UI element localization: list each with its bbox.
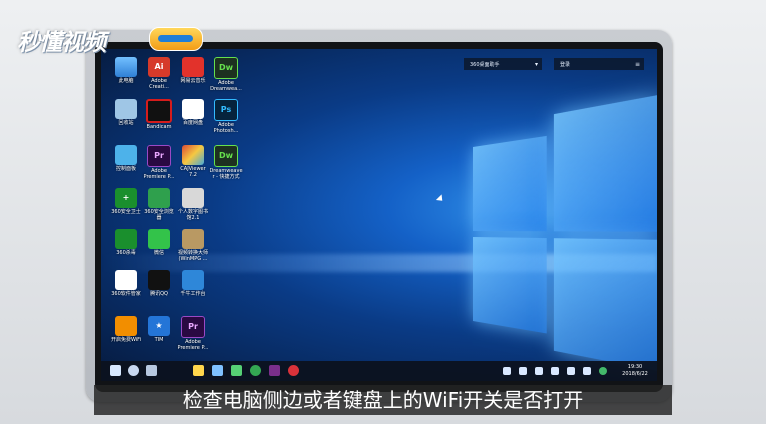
desktop-icon-qianniu[interactable]: 千牛工作台: [174, 270, 212, 312]
desktop-icon-video-converter[interactable]: 视频转换大师 (WinMPG ...: [174, 229, 212, 271]
login-widget[interactable]: 登录 ≡: [554, 58, 644, 70]
time-label: 19:30: [627, 364, 643, 370]
people-icon[interactable]: [503, 367, 511, 375]
windows-logo-pane: [553, 94, 657, 232]
subtitle-text: 检查电脑侧边或者键盘上的WiFi开关是否打开: [182, 388, 584, 412]
app-status-icon[interactable]: [599, 367, 607, 375]
mouse-pointer-icon: [435, 194, 446, 204]
software-manager-icon: [115, 270, 137, 290]
desktop-icon-dreamweaver-shortcut[interactable]: Dw Dreamweave r - 快捷方式: [207, 145, 245, 187]
music-icon: [182, 57, 204, 77]
desktop-icon-label: 个人数字图书 馆2.1: [177, 209, 208, 221]
desktop-icon-adobe-premiere-1[interactable]: Pr Adobe Premiere P...: [140, 145, 178, 187]
premiere-icon: Pr: [147, 145, 171, 167]
desktop-helper-widget[interactable]: 360桌面助手 ▾: [464, 58, 542, 70]
app-tray-icon[interactable]: [535, 367, 543, 375]
desktop-icon-label: 微信: [153, 250, 164, 256]
video-watermark: 秒懂视频: [17, 30, 106, 56]
desktop-icon-label: Adobe Premiere P...: [177, 339, 209, 351]
desktop-icon-tim[interactable]: ★ TIM: [140, 316, 178, 358]
dreamweaver-icon: Dw: [214, 57, 238, 79]
desktop-icon-label: Bandicam: [146, 124, 172, 130]
desktop-icon-adobe-premiere-2[interactable]: Pr Adobe Premiere P...: [174, 316, 212, 358]
file-explorer-icon[interactable]: [193, 365, 204, 376]
video-converter-icon: [182, 229, 204, 249]
recycle-bin-icon: [115, 99, 137, 119]
notification-icon[interactable]: [583, 367, 591, 375]
desktop-widgets: 360桌面助手 ▾ 登录 ≡: [464, 58, 654, 70]
desktop-icon-wechat[interactable]: 微信: [140, 229, 178, 271]
windows-desktop: 360桌面助手 ▾ 登录 ≡ 此电脑 回收站 控制面板 + 360安全卫士 36…: [101, 49, 657, 381]
email-icon[interactable]: [212, 365, 223, 376]
wechat-icon: [148, 229, 170, 249]
windows-taskbar: 19:30 2018/6/22: [101, 361, 657, 381]
desktop-icon-label: 千牛工作台: [180, 291, 206, 297]
menu-icon: ≡: [634, 61, 640, 68]
premiere-icon: Pr: [181, 316, 205, 338]
cloud-drive-icon: [182, 99, 204, 119]
desktop-icon-label: Adobe Premiere P...: [143, 168, 175, 180]
record-icon: [146, 99, 172, 123]
desktop-helper-label: 360桌面助手: [470, 62, 500, 68]
date-label: 2018/6/22: [622, 371, 648, 377]
qq-icon: [148, 270, 170, 290]
desktop-icon-bandicam[interactable]: Bandicam: [140, 99, 178, 141]
clock[interactable]: 19:30 2018/6/22: [619, 364, 651, 378]
windows-logo-wallpaper: [473, 94, 657, 372]
desktop-icon-label: Dreamweave r - 快捷方式: [209, 168, 243, 180]
desktop-icon-label: Adobe Creati...: [149, 78, 169, 90]
desktop-icon-label: Adobe Photosh...: [213, 122, 239, 134]
subtitle-bar: 检查电脑侧边或者键盘上的WiFi开关是否打开: [94, 385, 672, 415]
app-icon[interactable]: [269, 365, 280, 376]
desktop-icon-label: 360安全浏览 器: [144, 209, 174, 221]
chevron-down-icon: ▾: [534, 61, 538, 68]
dreamweaver-icon: Dw: [214, 145, 238, 167]
desktop-icon-adobe-creative[interactable]: Ai Adobe Creati...: [140, 57, 178, 99]
adobe-icon: Ai: [148, 57, 170, 77]
photoshop-icon: Ps: [214, 99, 238, 121]
desktop-icon-adobe-dreamweaver[interactable]: Dw Adobe Dreamwea...: [207, 57, 245, 99]
watermark-logo-icon: [149, 27, 203, 51]
desktop-icon-digital-library[interactable]: 个人数字图书 馆2.1: [174, 188, 212, 230]
computer-icon: [115, 57, 137, 77]
network-icon[interactable]: [519, 367, 527, 375]
windows-start-icon[interactable]: [110, 365, 121, 376]
login-widget-label: 登录: [560, 62, 571, 68]
book-icon: [182, 188, 204, 208]
windows-logo-pane: [473, 237, 547, 334]
360-safe-icon: +: [115, 188, 137, 208]
control-panel-icon: [115, 145, 137, 165]
speaker-icon[interactable]: [551, 367, 559, 375]
desktop-icon-360-browser[interactable]: 360安全浏览 器: [140, 188, 178, 230]
browser-icon: [148, 188, 170, 208]
windows-logo-pane: [473, 135, 547, 232]
windows-logo-pane: [553, 238, 657, 372]
workbench-icon: [182, 270, 204, 290]
desktop-icon-label: 视频转换大师 (WinMPG ...: [177, 250, 208, 262]
desktop-icon-label: Adobe Dreamwea...: [210, 80, 242, 92]
desktop-icon-qq[interactable]: 腾讯QQ: [140, 270, 178, 312]
desktop-icon-adobe-photoshop[interactable]: Ps Adobe Photosh...: [207, 99, 245, 141]
shield-icon: [115, 229, 137, 249]
image-viewer-icon[interactable]: [231, 365, 242, 376]
browser-icon[interactable]: [250, 365, 261, 376]
keyboard-icon[interactable]: [567, 367, 575, 375]
music-icon[interactable]: [288, 365, 299, 376]
cajviewer-icon: [182, 145, 204, 165]
star-icon: ★: [148, 316, 170, 336]
wifi-icon: [115, 316, 137, 336]
search-icon[interactable]: [128, 365, 139, 376]
desktop-icon-label: TIM: [154, 337, 164, 343]
task-view-icon[interactable]: [146, 365, 157, 376]
system-tray: 19:30 2018/6/22: [491, 364, 651, 378]
desktop-icon-label: 腾讯QQ: [150, 291, 168, 297]
